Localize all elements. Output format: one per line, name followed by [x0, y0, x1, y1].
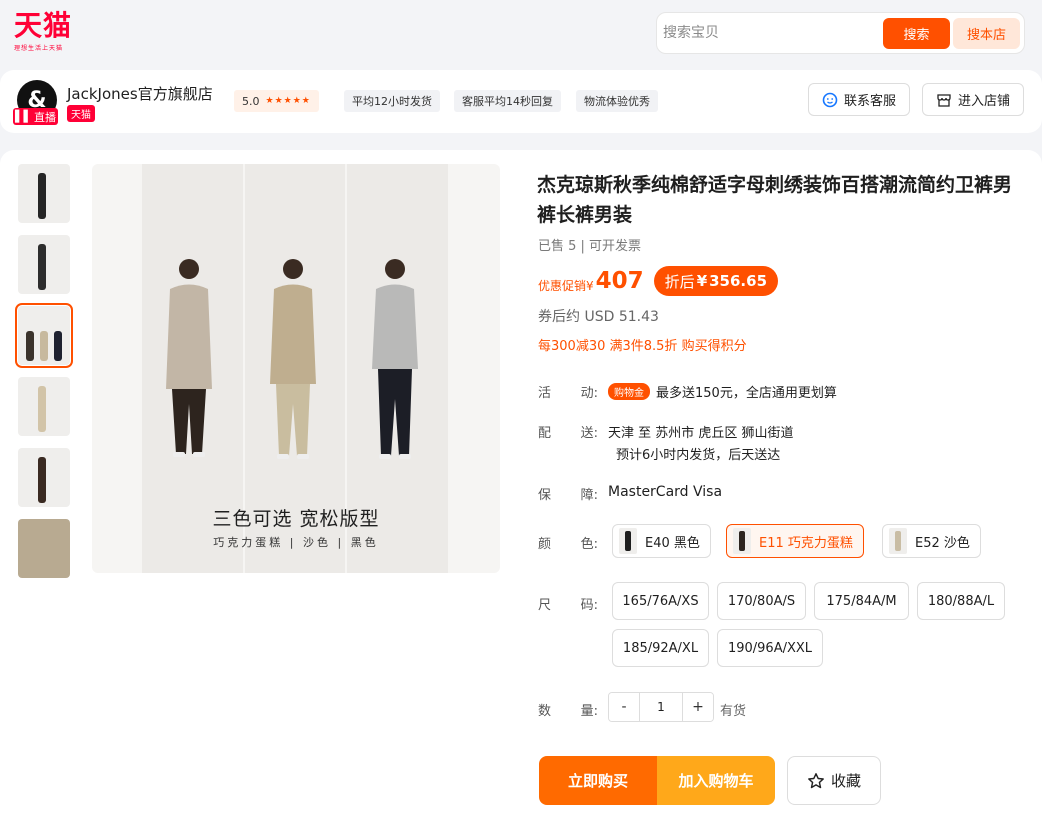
delivery-estimate: 预计6小时内发货，后天送达 — [616, 448, 781, 463]
add-to-cart-button[interactable]: 加入购物车 — [657, 756, 775, 805]
search-bar: 搜索 搜本店 — [656, 12, 1025, 54]
discounted-price-badge: 折后 ¥ 356.65 — [653, 266, 779, 296]
color-option-black[interactable]: E40 黑色 — [612, 524, 711, 558]
quantity-increase-button[interactable]: + — [683, 693, 713, 721]
store-icon — [937, 93, 951, 107]
thumbnail-list — [15, 164, 75, 590]
live-badge[interactable]: ▌▌ 直播 — [13, 108, 58, 125]
live-icon: ▌▌ — [15, 110, 32, 123]
product-panel: 三色可选 宽松版型 巧克力蛋糕 | 沙色 | 黑色 杰克琼斯秋季纯棉舒适字母刺绣… — [0, 150, 1042, 826]
favorite-button[interactable]: 收藏 — [787, 756, 881, 805]
image-caption-main: 三色可选 宽松版型 — [212, 508, 380, 530]
size-option-xxl[interactable]: 190/96A/XXL — [717, 629, 823, 667]
stock-status: 有货 — [720, 704, 747, 719]
color-option-label: E40 黑色 — [645, 535, 700, 551]
price-value: 407 — [595, 268, 644, 294]
shop-chip-shipping: 平均12小时发货 — [344, 90, 440, 112]
color-swatch — [889, 528, 907, 554]
price-label: 优惠促销¥ — [538, 278, 594, 293]
shop-rating: 5.0 ★★★★★ — [234, 90, 319, 112]
thumbnail-figure — [38, 386, 46, 432]
thumbnail-5[interactable] — [18, 448, 70, 507]
logo-text: 天猫 — [14, 9, 73, 42]
thumbnail-3[interactable] — [15, 303, 73, 368]
contact-service-button[interactable]: 联系客服 — [808, 83, 910, 116]
size-option-xs[interactable]: 165/76A/XS — [612, 582, 709, 620]
discounted-price: 356.65 — [709, 272, 768, 290]
rating-stars-icon: ★★★★★ — [265, 96, 311, 106]
logo-tagline: 理想生活上天猫 — [14, 45, 64, 52]
delivery-label: 配送: — [538, 426, 598, 441]
purchase-buttons: 立即购买 加入购物车 — [539, 756, 775, 805]
search-button[interactable]: 搜索 — [883, 18, 950, 49]
tmall-tag: 天猫 — [67, 105, 95, 122]
thumbnail-figure — [26, 331, 34, 361]
activity-info: 购物金 最多送150元，全店通用更划算 — [608, 382, 837, 401]
thumbnail-figure — [38, 457, 46, 503]
tmall-logo[interactable]: 天猫 理想生活上天猫 — [14, 10, 84, 54]
price-row: 优惠促销¥ 407 折后 ¥ 356.65 — [538, 266, 779, 296]
color-option-label: E11 巧克力蛋糕 — [759, 535, 853, 551]
guarantee-label: 保障: — [538, 488, 598, 503]
size-option-l[interactable]: 180/88A/L — [917, 582, 1005, 620]
thumbnail-6[interactable] — [18, 519, 70, 578]
thumbnail-figure — [38, 173, 46, 219]
star-icon — [808, 772, 824, 788]
enter-store-button[interactable]: 进入店铺 — [922, 83, 1024, 116]
thumbnail-figure — [40, 331, 48, 361]
delivery-route[interactable]: 天津 至 苏州市 虎丘区 狮山街道 — [608, 422, 794, 441]
color-option-chocolate[interactable]: E11 巧克力蛋糕 — [726, 524, 864, 558]
color-option-label: E52 沙色 — [915, 535, 970, 551]
guarantee-value: MasterCard Visa — [608, 484, 723, 500]
service-icon — [822, 92, 838, 107]
search-input[interactable] — [663, 20, 873, 46]
promotion-text[interactable]: 每300减30 满3件8.5折 购买得积分 — [538, 335, 747, 354]
sales-info: 已售 5 | 可开发票 — [538, 239, 642, 254]
search-store-button[interactable]: 搜本店 — [953, 18, 1020, 49]
quantity-input[interactable] — [639, 693, 683, 721]
image-caption-sub: 巧克力蛋糕 | 沙色 | 黑色 — [213, 536, 379, 549]
thumbnail-4[interactable] — [18, 377, 70, 436]
rating-value: 5.0 — [242, 94, 260, 108]
color-swatch — [733, 528, 751, 554]
gift-money-badge: 购物金 — [608, 383, 650, 400]
activity-text: 最多送150元，全店通用更划算 — [656, 386, 837, 401]
shop-bar: & ▌▌ 直播 JackJones官方旗舰店 天猫 5.0 ★★★★★ 平均12… — [0, 70, 1042, 133]
thumbnail-1[interactable] — [18, 164, 70, 223]
size-option-s[interactable]: 170/80A/S — [717, 582, 806, 620]
shop-name[interactable]: JackJones官方旗舰店 — [67, 83, 213, 104]
contact-service-label: 联系客服 — [843, 94, 896, 109]
discounted-label: 折后 — [664, 272, 695, 291]
live-label: 直播 — [33, 110, 56, 124]
product-title: 杰克琼斯秋季纯棉舒适字母刺绣装饰百搭潮流简约卫裤男裤长裤男装 — [537, 174, 1013, 226]
shop-chip-logistics: 物流体验优秀 — [576, 90, 658, 112]
size-option-m[interactable]: 175/84A/M — [814, 582, 909, 620]
enter-store-label: 进入店铺 — [957, 94, 1010, 109]
quantity-decrease-button[interactable]: - — [609, 693, 639, 721]
buy-now-button[interactable]: 立即购买 — [539, 756, 657, 805]
shop-chip-response: 客服平均14秒回复 — [454, 90, 561, 112]
color-swatch — [619, 528, 637, 554]
quantity-stepper: - + — [608, 692, 714, 722]
size-label: 尺码: — [538, 598, 598, 613]
main-product-image[interactable]: 三色可选 宽松版型 巧克力蛋糕 | 沙色 | 黑色 — [92, 164, 500, 573]
size-option-xl[interactable]: 185/92A/XL — [612, 629, 709, 667]
discounted-currency: ¥ — [696, 272, 708, 290]
quantity-label: 数量: — [538, 704, 598, 719]
color-label: 颜色: — [538, 537, 598, 552]
color-option-sand[interactable]: E52 沙色 — [882, 524, 981, 558]
usd-price: 券后约 USD 51.43 — [538, 309, 659, 325]
thumbnail-figure — [38, 244, 46, 290]
favorite-label: 收藏 — [830, 772, 861, 790]
thumbnail-2[interactable] — [18, 235, 70, 294]
thumbnail-figure — [54, 331, 62, 361]
activity-label: 活动: — [538, 386, 598, 401]
